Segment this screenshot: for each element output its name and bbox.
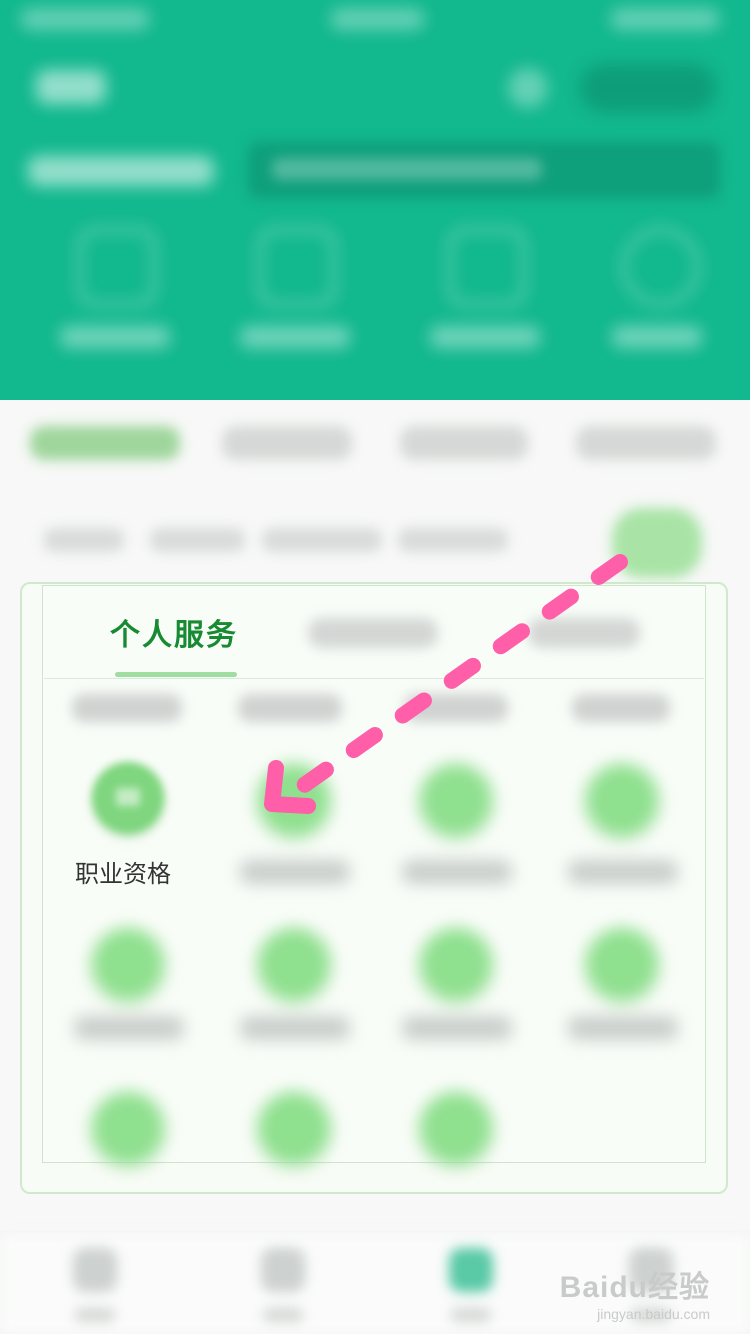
baidu-jingyan-watermark: Baidu经验 jingyan.baidu.com xyxy=(560,1262,710,1322)
watermark-url: jingyan.baidu.com xyxy=(597,1306,710,1322)
annotation-arrow-shaft xyxy=(292,554,628,796)
watermark-brand: Baidu经验 xyxy=(559,1271,710,1304)
annotation-arrow xyxy=(264,554,628,814)
